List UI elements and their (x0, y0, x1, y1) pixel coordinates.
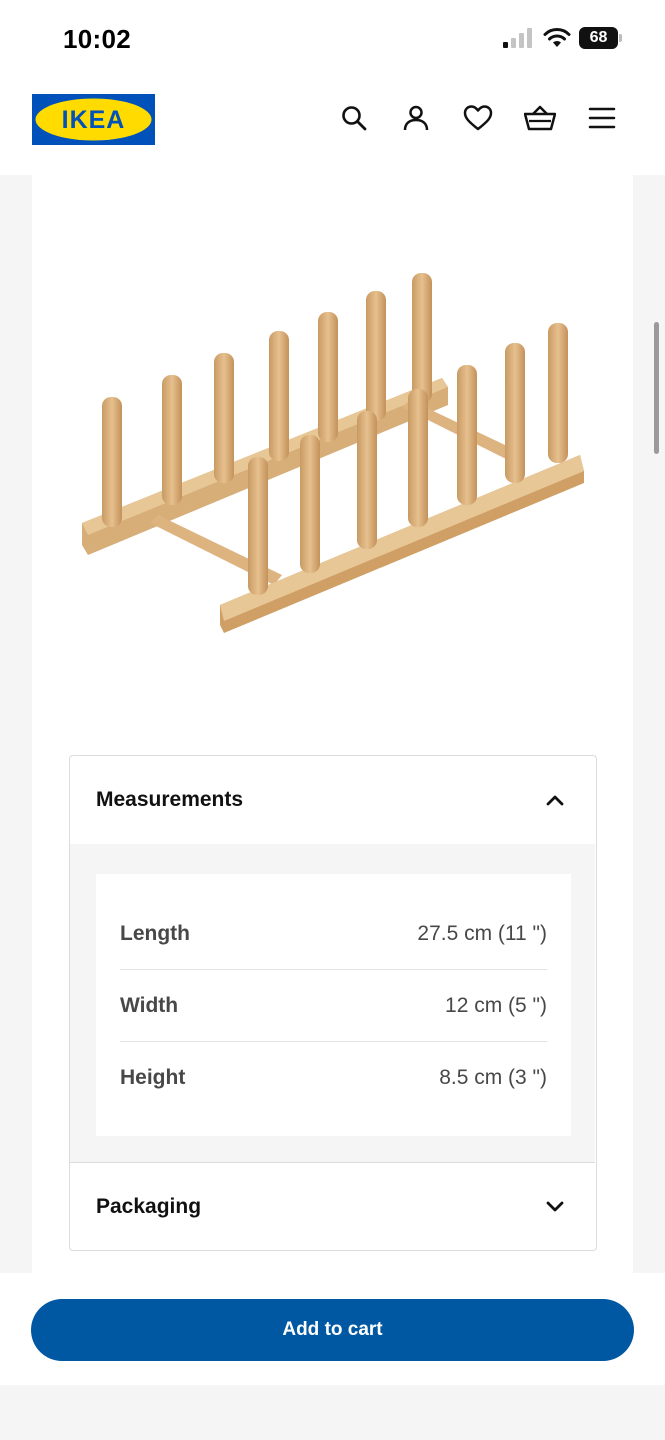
dimension-row-height: Height 8.5 cm (3 ") (120, 1042, 547, 1114)
add-to-cart-button[interactable]: Add to cart (31, 1299, 634, 1361)
dimension-row-length: Length 27.5 cm (11 ") (120, 898, 547, 970)
cart-icon[interactable] (524, 102, 556, 134)
dimension-value: 27.5 cm (11 ") (417, 921, 547, 945)
chevron-down-icon (546, 1201, 564, 1211)
measurements-title: Measurements (96, 788, 244, 811)
cart-bar: Add to cart (0, 1273, 665, 1385)
dimension-value: 8.5 cm (3 ") (439, 1066, 547, 1089)
dimension-label: Width (120, 993, 179, 1017)
status-time: 10:02 (63, 24, 131, 54)
status-bar: 10:02 68 (0, 0, 665, 78)
dimension-label: Length (120, 921, 190, 945)
chevron-up-icon (546, 795, 564, 806)
measurements-accordion-header[interactable]: Measurements (70, 756, 595, 844)
page-scrollbar[interactable] (654, 322, 659, 454)
packaging-accordion-header[interactable]: Packaging (70, 1162, 595, 1250)
battery-level: 68 (589, 29, 608, 46)
packaging-title: Packaging (96, 1194, 202, 1218)
dimension-value: 12 cm (5 ") (445, 993, 547, 1017)
battery-icon: 68 (579, 27, 623, 49)
heart-icon[interactable] (462, 102, 494, 134)
product-details-accordion: Measurements Length 27.5 cm (11 ") Width… (69, 755, 597, 1251)
menu-icon[interactable] (586, 102, 618, 134)
site-header: IKEA (0, 78, 665, 175)
dish-rack-product-image (82, 273, 584, 633)
ikea-logo[interactable]: IKEA (32, 94, 155, 145)
dimension-row-width: Width 12 cm (5 ") (120, 970, 547, 1042)
product-panel: Measurements Length 27.5 cm (11 ") Width… (32, 175, 633, 1273)
measurements-panel: Length 27.5 cm (11 ") Width 12 cm (5 ") … (70, 844, 595, 1162)
search-icon[interactable] (338, 102, 370, 134)
wifi-icon (543, 28, 571, 47)
account-icon[interactable] (400, 102, 432, 134)
svg-text:IKEA: IKEA (62, 106, 126, 134)
dimensions-table: Length 27.5 cm (11 ") Width 12 cm (5 ") … (96, 874, 571, 1136)
dimension-label: Height (120, 1066, 186, 1089)
cellular-signal-icon (503, 28, 532, 48)
